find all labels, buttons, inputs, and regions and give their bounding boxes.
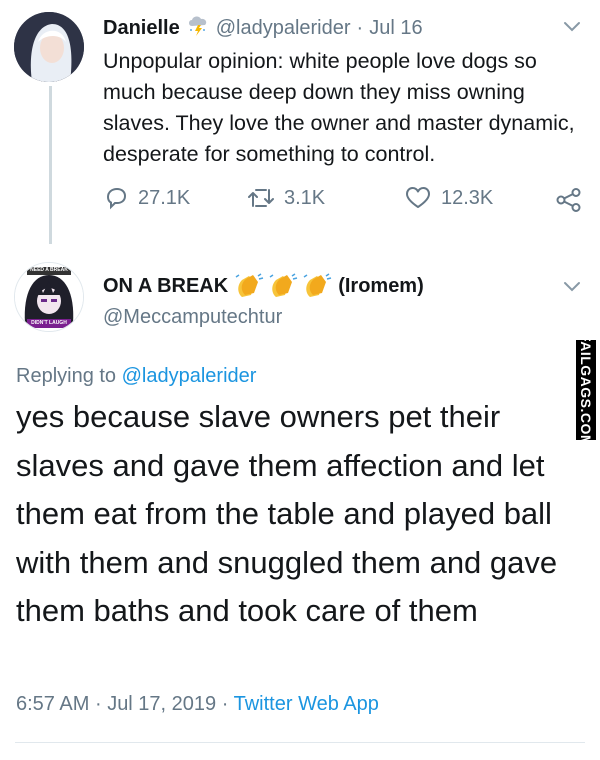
tweet-source-link[interactable]: Twitter Web App	[234, 693, 379, 715]
watermark: FAILGAGS.COM	[576, 333, 596, 447]
parent-chevron-down-icon[interactable]	[562, 16, 582, 41]
clapping-hands-icon	[234, 273, 332, 299]
avatar-badge-top: NEED A BREAK	[30, 267, 68, 273]
reply-chevron-down-icon[interactable]	[562, 276, 582, 301]
tweet-date[interactable]: Jul 17, 2019	[107, 693, 216, 715]
avatar-badge-bottom: DIDN'T LAUGH	[31, 320, 67, 326]
replying-to-label: Replying to	[16, 365, 117, 387]
parent-tweet-text: Unpopular opinion: white people love dog…	[103, 49, 575, 166]
like-count: 12.3K	[441, 186, 494, 209]
parent-avatar-image	[14, 12, 84, 82]
storm-emoji-icon	[186, 14, 210, 42]
parent-date[interactable]: Jul 16	[369, 17, 422, 40]
divider	[15, 742, 585, 743]
reply-tweet-text: yes because slave owners pet their slave…	[16, 399, 558, 628]
like-action[interactable]: 12.3K	[405, 186, 493, 210]
watermark-text: FAILGAGS.COM	[578, 332, 594, 448]
parent-avatar[interactable]	[14, 12, 84, 82]
reply-header: ON A BREAK (Iromem)	[103, 273, 424, 299]
reply-count: 27.1K	[138, 186, 191, 209]
share-icon[interactable]	[556, 188, 582, 217]
meta-separator-1: ·	[94, 693, 102, 715]
parent-header: Danielle @ladypalerider · Jul 16	[103, 14, 423, 42]
reply-action[interactable]: 27.1K	[104, 186, 190, 210]
parent-display-name[interactable]: Danielle	[103, 17, 180, 40]
tweet-time[interactable]: 6:57 AM	[16, 693, 89, 715]
reply-display-name[interactable]: ON A BREAK	[103, 275, 228, 298]
reply-handle[interactable]: @Meccamputechtur	[103, 306, 282, 329]
heart-icon	[406, 187, 430, 208]
reply-icon	[106, 187, 127, 210]
retweet-count: 3.1K	[284, 186, 326, 209]
header-separator: ·	[356, 16, 364, 39]
retweet-icon	[248, 189, 274, 207]
reply-avatar[interactable]: NEED A BREAK DIDN'T LAUGH	[14, 262, 84, 332]
meta-separator-2: ·	[221, 693, 229, 715]
parent-handle[interactable]: @ladypalerider	[216, 17, 351, 40]
replying-to-handle-link[interactable]: @ladypalerider	[122, 365, 257, 387]
thread-line	[49, 86, 52, 244]
tweet-meta: 6:57 AM · Jul 17, 2019 · Twitter Web App	[16, 693, 379, 716]
replying-to: Replying to @ladypalerider	[16, 365, 256, 388]
retweet-action[interactable]: 3.1K	[248, 186, 325, 210]
reply-name-suffix[interactable]: (Iromem)	[338, 275, 424, 298]
